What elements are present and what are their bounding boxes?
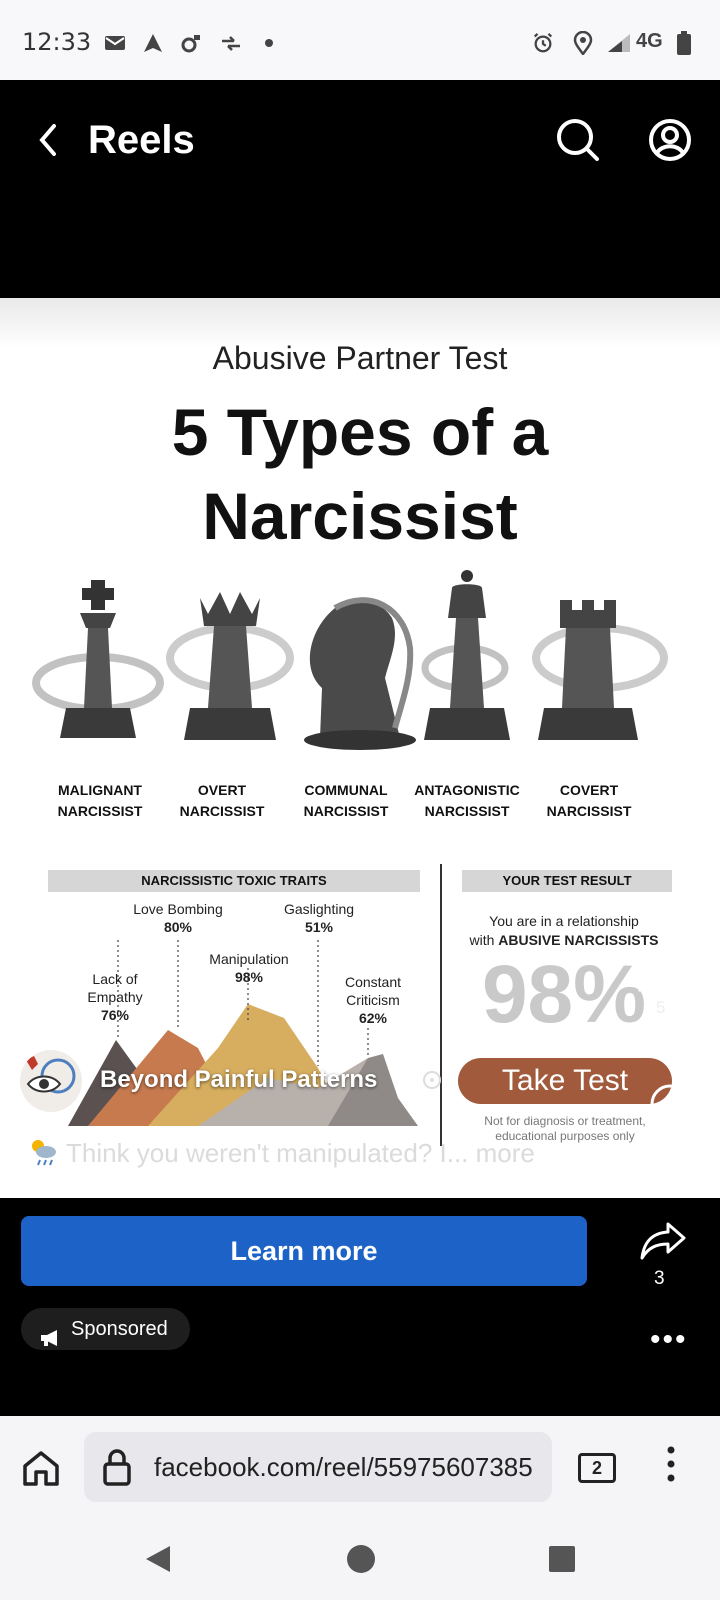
trait-pct: 62% (358, 1010, 388, 1026)
communal-knight-piece (304, 597, 416, 750)
piece-label-line: NARCISSIST (303, 803, 389, 819)
battery-icon (676, 31, 692, 55)
malignant-king-piece (32, 580, 164, 738)
trait-pct: 98% (234, 969, 264, 985)
mail-icon (104, 32, 126, 54)
covert-rook-piece (532, 600, 668, 740)
trait-pct: 80% (163, 919, 193, 935)
sponsored-label: Sponsored (71, 1318, 168, 1340)
overt-queen-piece (166, 592, 294, 740)
trait-gaslighting: Gaslighting 51% (264, 900, 374, 936)
home-icon[interactable] (22, 1450, 60, 1491)
alarm-icon (532, 32, 554, 54)
piece-label-line: MALIGNANT (58, 782, 142, 798)
piece-label-covert: COVERT NARCISSIST (524, 780, 654, 822)
browser-toolbar: facebook.com/reel/55975607385 2 (0, 1416, 720, 1518)
post-headline: 5 Types of a Narcissist (0, 390, 720, 558)
audio-icon (422, 1070, 442, 1095)
antagonistic-bishop-piece (421, 570, 510, 740)
lock-icon (102, 1448, 132, 1491)
result-title: YOUR TEST RESULT (462, 870, 672, 892)
post-caption[interactable]: Think you weren't manipulated? I... more (66, 1138, 535, 1169)
sponsored-badge: Sponsored (21, 1308, 190, 1350)
piece-label-overt: OVERT NARCISSIST (157, 780, 287, 822)
share-count: 3 (654, 1268, 665, 1289)
piece-label-communal: COMMUNAL NARCISSIST (281, 780, 411, 822)
network-type: 4G (636, 30, 663, 52)
take-test-button[interactable]: Take Test (458, 1058, 672, 1104)
location-icon (572, 31, 594, 55)
url-bar[interactable]: facebook.com/reel/55975607385 (84, 1432, 552, 1502)
trait-love-bombing: Love Bombing 80% (118, 900, 238, 936)
back-arrow-icon[interactable] (36, 122, 60, 163)
system-navigation-bar (0, 1518, 720, 1600)
piece-label-line: NARCISSIST (424, 803, 510, 819)
traits-title: NARCISSISTIC TOXIC TRAITS (48, 870, 420, 892)
back-triangle-icon[interactable] (144, 1544, 172, 1579)
trait-manipulation: Manipulation 98% (190, 950, 308, 986)
trait-name: Manipulation (209, 951, 289, 967)
trait-name: Constant (344, 974, 402, 990)
page-title: Reels (88, 118, 195, 162)
navigation-icon (142, 32, 164, 54)
tab-switcher-button[interactable]: 2 (578, 1453, 616, 1483)
trait-constant-criticism: Constant Criticism 62% (328, 973, 418, 1027)
trait-name: Empathy (87, 989, 143, 1005)
piece-label-line: NARCISSIST (57, 803, 143, 819)
trait-name: Criticism (346, 992, 400, 1008)
post-subtitle: Abusive Partner Test (212, 340, 508, 376)
chess-pieces-illustration (32, 570, 668, 750)
more-options-icon[interactable]: ••• (650, 1323, 688, 1357)
like-icon[interactable] (634, 946, 686, 999)
piece-label-line: COVERT (559, 782, 619, 798)
piece-label-line: OVERT (197, 782, 247, 798)
piece-label-line: COMMUNAL (304, 782, 388, 798)
sync-icon (180, 32, 202, 54)
author-name[interactable]: Beyond Painful Patterns (100, 1066, 377, 1094)
share-icon[interactable] (638, 1220, 688, 1267)
trait-pct: 76% (100, 1007, 130, 1023)
result-line-1: You are in a relationship (489, 913, 639, 929)
panel-divider (440, 864, 442, 1146)
status-time: 12:33 (22, 28, 92, 56)
reel-content[interactable]: Abusive Partner Test 5 Types of a Narcis… (0, 298, 720, 1198)
browser-menu-icon[interactable] (666, 1444, 676, 1489)
disclaimer-line: Not for diagnosis or treatment, (484, 1114, 646, 1128)
reels-header: Reels (0, 80, 720, 298)
learn-more-button[interactable]: Learn more (21, 1216, 587, 1286)
profile-icon[interactable] (648, 118, 692, 167)
piece-label-line: NARCISSIST (546, 803, 632, 819)
piece-label-line: ANTAGONISTIC (414, 782, 520, 798)
data-transfer-icon (220, 32, 242, 54)
headline-line-2: Narcissist (202, 479, 518, 553)
recents-square-icon[interactable] (548, 1545, 576, 1578)
trait-lack-of-empathy: Lack of Empathy 76% (70, 970, 160, 1024)
result-line-2-prefix: with (469, 932, 499, 948)
piece-label-line: NARCISSIST (179, 803, 265, 819)
piece-label-antagonistic: ANTAGONISTIC NARCISSIST (402, 780, 532, 822)
ad-area: Learn more 3 Sponsored ••• (0, 1198, 720, 1416)
trait-pct: 51% (304, 919, 334, 935)
status-bar: 12:33 4G (0, 0, 720, 80)
like-count: 5 (656, 998, 666, 1017)
url-text: facebook.com/reel/55975607385 (154, 1452, 533, 1482)
author-avatar[interactable] (20, 1050, 82, 1112)
megaphone-icon (39, 1320, 61, 1362)
search-icon[interactable] (556, 118, 600, 167)
result-text: You are in a relationship with ABUSIVE N… (462, 912, 666, 950)
notification-dot-icon (258, 32, 280, 54)
trait-name: Love Bombing (133, 901, 223, 917)
headline-line-1: 5 Types of a (171, 395, 549, 469)
piece-label-malignant: MALIGNANT NARCISSIST (35, 780, 165, 822)
trait-name: Lack of (92, 971, 138, 987)
trait-name: Gaslighting (283, 901, 355, 917)
weather-emoji-icon (28, 1136, 58, 1171)
home-circle-icon[interactable] (346, 1544, 376, 1579)
signal-icon (606, 32, 632, 54)
comment-icon[interactable] (648, 1082, 692, 1131)
